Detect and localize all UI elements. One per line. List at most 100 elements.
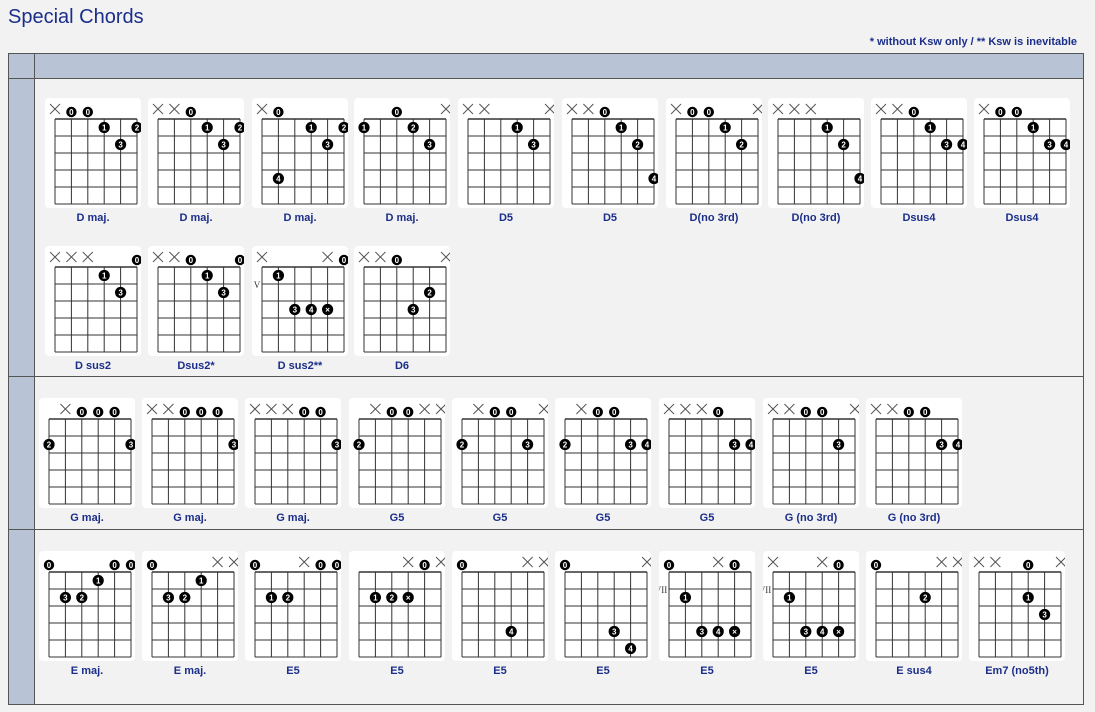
svg-text:0: 0 xyxy=(238,256,243,265)
svg-text:1 1: 1 1 xyxy=(481,594,493,603)
open-mark: 0 xyxy=(703,106,714,118)
finger-dot: 1 xyxy=(821,121,833,134)
svg-text:3: 3 xyxy=(939,441,944,450)
svg-text:1: 1 xyxy=(825,124,830,133)
svg-text:1: 1 xyxy=(96,577,101,586)
fretboard: 0 1 2 × xyxy=(358,556,445,658)
finger-dot: 1 xyxy=(358,121,370,134)
fretboard: 0 0 3 4 xyxy=(870,403,962,505)
svg-text:0: 0 xyxy=(96,408,101,417)
mute-mark xyxy=(402,556,414,568)
svg-text:0: 0 xyxy=(395,108,400,117)
svg-text:0: 0 xyxy=(912,108,917,117)
fretboard: 0 0 0 1 3 2 xyxy=(43,559,135,658)
svg-text:×: × xyxy=(406,594,411,603)
mute-mark xyxy=(696,403,708,415)
row-label-cell xyxy=(9,530,35,704)
mute-mark xyxy=(1055,556,1065,568)
svg-text:×: × xyxy=(325,306,330,315)
mute-mark xyxy=(152,251,164,263)
mute-mark xyxy=(375,251,386,263)
finger-dot: 3 xyxy=(522,438,534,451)
chord-name: G5 xyxy=(595,512,611,524)
finger-dot: 1 xyxy=(201,121,213,134)
svg-text:1 1: 1 1 xyxy=(584,594,596,603)
fretboard: 0 1 3 xyxy=(973,556,1065,658)
svg-text:3: 3 xyxy=(628,441,633,450)
svg-text:4: 4 xyxy=(276,175,281,184)
fretboard: 0 0 0 2 3 xyxy=(43,403,135,505)
fretboard: 0 1 1 3 4 xyxy=(559,556,651,658)
chord-name: G maj. xyxy=(70,512,104,524)
mute-mark xyxy=(816,556,828,568)
open-mark: 0 xyxy=(920,406,931,418)
svg-text:4: 4 xyxy=(749,441,754,450)
svg-text:3: 3 xyxy=(1042,611,1047,620)
svg-text:3: 3 xyxy=(700,628,705,637)
svg-text:0: 0 xyxy=(86,108,91,117)
finger-dot: 1 xyxy=(615,121,627,134)
chord-name: D(no 3rd) xyxy=(791,212,841,224)
mute-mark xyxy=(892,103,903,115)
mute-mark xyxy=(169,103,180,115)
svg-text:0: 0 xyxy=(874,561,879,570)
fretboard: 0 1 2 4 xyxy=(566,103,658,205)
finger-dot: 3 xyxy=(322,138,334,151)
mute-mark xyxy=(670,103,682,115)
chord-name: G maj. xyxy=(276,512,310,524)
open-mark: 0 xyxy=(456,559,468,571)
finger-dot: 3 xyxy=(833,438,845,451)
chord-diagram: 1 2 4 D(no 3rd) xyxy=(768,98,864,224)
page-title: Special Chords xyxy=(8,6,144,28)
fretboard: 0 VII 1 3 4 × xyxy=(763,556,856,658)
fretboard: 0 V 1 3 4 × xyxy=(254,251,348,353)
chord-name: E5 xyxy=(390,665,404,677)
fretboard: 0 0 0 3 xyxy=(146,403,238,505)
chord-diagram: 0 1 1 2 E sus4 xyxy=(866,551,962,677)
svg-text:0: 0 xyxy=(318,408,323,417)
svg-text:1: 1 xyxy=(205,124,210,133)
fretboard: 0 0 1 2 xyxy=(670,103,762,205)
chord-diagram: 0 0 3 G (no 3rd) xyxy=(763,398,859,524)
svg-text:3: 3 xyxy=(836,441,841,450)
open-mark: 0 xyxy=(506,406,517,418)
open-mark: 0 xyxy=(179,406,190,418)
open-mark: 0 xyxy=(870,559,882,571)
mute-mark xyxy=(440,103,450,115)
open-mark: 0 xyxy=(315,406,326,418)
svg-text:0: 0 xyxy=(612,408,617,417)
open-mark: 0 xyxy=(109,559,120,571)
mute-mark xyxy=(370,403,381,415)
mute-mark xyxy=(322,251,333,263)
open-mark: 0 xyxy=(196,406,207,418)
open-mark: 0 xyxy=(489,406,500,418)
chord-name: G maj. xyxy=(173,512,207,524)
chord-name: G (no 3rd) xyxy=(887,512,941,524)
finger-dot: 2 xyxy=(456,438,468,451)
finger-dot: 3 xyxy=(125,438,135,451)
svg-text:0: 0 xyxy=(112,408,117,417)
chord-name: D maj. xyxy=(283,212,317,224)
open-mark: 0 xyxy=(1011,106,1022,118)
mute-mark xyxy=(82,251,94,263)
chord-name: D maj. xyxy=(385,212,419,224)
mute-mark xyxy=(767,556,779,568)
svg-text:2: 2 xyxy=(80,594,85,603)
fretboard: 0 1 1 2 xyxy=(870,556,962,658)
svg-text:3: 3 xyxy=(411,306,416,315)
svg-text:1: 1 xyxy=(205,272,210,281)
finger-dot: 1 xyxy=(305,121,317,134)
finger-dot: 2 xyxy=(179,591,191,604)
svg-text:3: 3 xyxy=(325,141,330,150)
finger-dot: 1 xyxy=(265,591,277,604)
finger-dot: 4 xyxy=(712,625,724,638)
finger-dot: 4 xyxy=(952,438,962,451)
finger-dot: 4 xyxy=(648,172,658,185)
open-mark: 0 xyxy=(903,406,914,418)
open-mark: 0 xyxy=(391,254,402,266)
finger-dot: 4 xyxy=(816,625,828,638)
chord-name: E maj. xyxy=(173,665,207,677)
chord-name: Dsus2* xyxy=(177,360,215,372)
chord-name: G5 xyxy=(699,512,715,524)
chord-diagram: 0 0 1 2 3 D maj. xyxy=(45,98,141,224)
